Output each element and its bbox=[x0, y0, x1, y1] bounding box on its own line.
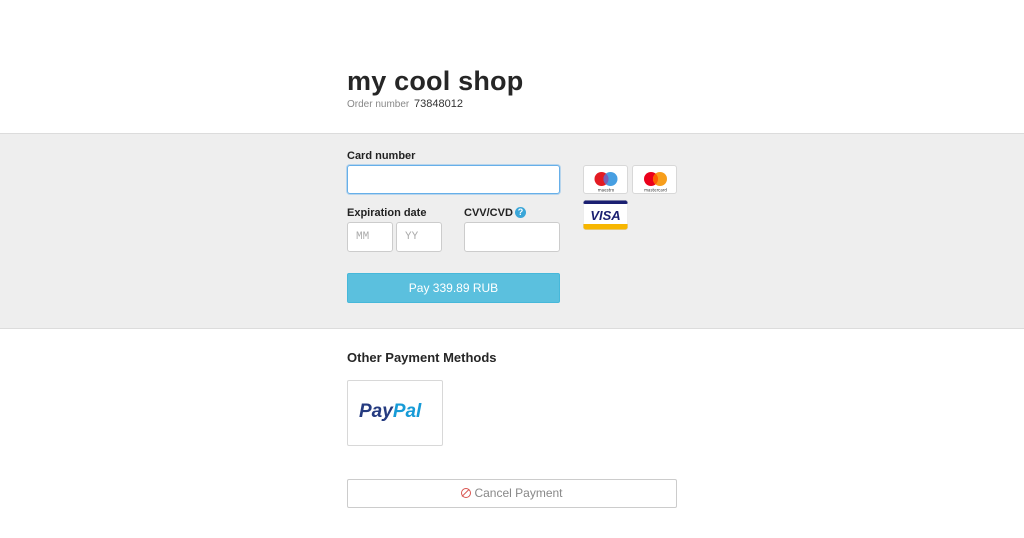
expiry-month-input[interactable] bbox=[347, 222, 393, 252]
visa-logo-icon: VISA bbox=[583, 200, 628, 230]
shop-title: my cool shop bbox=[347, 66, 524, 96]
visa-logo-text: VISA bbox=[590, 208, 620, 223]
cvv-label: CVV/CVD bbox=[464, 207, 513, 219]
paypal-logo-part1: Pay bbox=[359, 401, 393, 422]
card-number-label: Card number bbox=[347, 150, 416, 162]
mastercard-logo-icon: mastercard bbox=[632, 165, 677, 194]
help-icon[interactable]: ? bbox=[515, 207, 526, 218]
expiry-year-input[interactable] bbox=[396, 222, 442, 252]
maestro-logo-text: maestro bbox=[598, 188, 615, 193]
cancel-payment-label: Cancel Payment bbox=[474, 486, 563, 500]
maestro-logo-icon: maestro bbox=[583, 165, 628, 194]
paypal-logo-part2: Pal bbox=[392, 401, 422, 422]
shop-header: my cool shop Order number 73848012 bbox=[0, 0, 1024, 133]
order-number-label: Order number bbox=[347, 99, 410, 110]
paypal-button[interactable]: PayPal bbox=[347, 380, 443, 446]
cvv-input[interactable] bbox=[464, 222, 560, 252]
pay-button[interactable]: Pay 339.89 RUB bbox=[347, 273, 560, 303]
order-number-value: 73848012 bbox=[414, 98, 463, 110]
card-number-input[interactable] bbox=[347, 165, 560, 194]
expiration-date-label: Expiration date bbox=[347, 207, 427, 219]
order-number-line: Order number 73848012 bbox=[347, 98, 463, 110]
ban-icon bbox=[461, 488, 472, 498]
mastercard-logo-text: mastercard bbox=[644, 188, 667, 193]
paypal-logo: PayPal bbox=[359, 401, 421, 423]
other-payment-methods-title: Other Payment Methods bbox=[347, 350, 497, 365]
cancel-payment-button[interactable]: Cancel Payment bbox=[347, 479, 677, 508]
